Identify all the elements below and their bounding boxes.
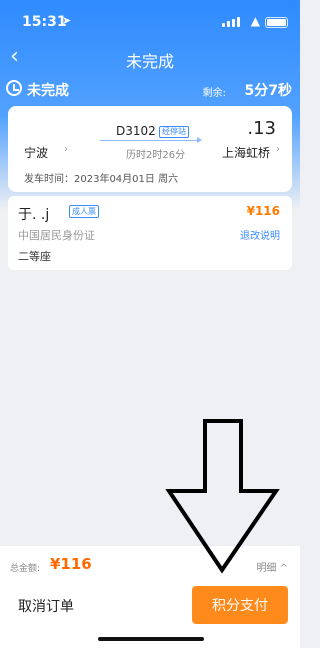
battery-icon — [265, 17, 288, 28]
location-icon: ➤ — [62, 14, 72, 27]
bottom-bar: 总金额: ¥116 明细 ^ 取消订单 积分支付 — [0, 546, 300, 648]
via-stations-tag[interactable]: 经停站 — [159, 126, 189, 138]
total-label: 总金额: — [10, 564, 41, 574]
price-detail-toggle[interactable]: 明细 ^ — [256, 559, 288, 574]
departure-date: 发车时间：2023年04月01日 周六 — [24, 174, 179, 185]
wifi-icon: ▲ — [250, 14, 260, 28]
cancel-order-button[interactable]: 取消订单 — [18, 596, 74, 616]
train-number: D3102 — [116, 124, 156, 138]
points-pay-button[interactable]: 积分支付 — [192, 586, 288, 624]
nav-bar: ‹ 未完成 — [0, 44, 300, 74]
order-status-bar: 未完成 剩余: 5分7秒 — [0, 78, 300, 100]
arrival-time: .13 — [247, 118, 276, 139]
passenger-card: 于. .j 成人票 ¥116 中国居民身份证 退改说明 二等座 — [8, 196, 292, 270]
trip-card: D3102 经停站 历时2时26分 .13 宁波 › 上海虹桥 › 发车时间：2… — [8, 106, 292, 192]
refund-policy-link[interactable]: 退改说明 — [240, 227, 280, 242]
status-time: 15:31 — [22, 14, 67, 30]
order-status-label: 未完成 — [27, 83, 69, 99]
ticket-type-badge: 成人票 — [69, 205, 99, 218]
clock-icon — [6, 80, 22, 96]
seat-class: 二等座 — [18, 250, 51, 263]
arrival-station[interactable]: 上海虹桥 — [222, 144, 270, 161]
ticket-price: ¥116 — [246, 204, 280, 218]
remaining-label: 剩余: — [202, 88, 226, 99]
status-bar: 15:31 ➤ ▲ — [0, 0, 300, 44]
id-type: 中国居民身份证 — [18, 229, 95, 242]
signal-icon — [222, 17, 240, 27]
total-amount: ¥116 — [50, 555, 92, 573]
route-arrow — [100, 137, 202, 143]
remaining-time: 5分7秒 — [244, 83, 292, 99]
departure-station[interactable]: 宁波 — [24, 144, 48, 161]
page-title: 未完成 — [125, 52, 174, 71]
chevron-right-icon: › — [276, 144, 280, 155]
home-indicator — [98, 637, 204, 641]
chevron-right-icon: › — [64, 144, 68, 155]
trip-duration: 历时2时26分 — [126, 150, 186, 161]
passenger-name: 于. .j — [18, 207, 50, 223]
